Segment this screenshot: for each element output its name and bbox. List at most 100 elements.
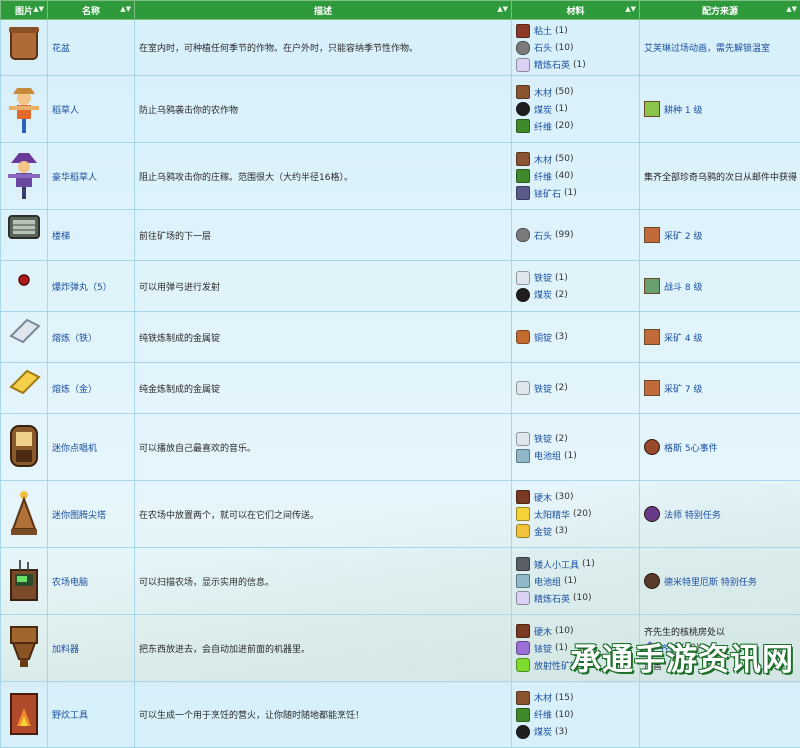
source-line[interactable]: 采矿 4 级	[644, 329, 796, 346]
material-item[interactable]: 铁锭(2)	[516, 430, 635, 447]
hardwood-icon	[516, 624, 530, 638]
material-count: (1)	[555, 273, 568, 283]
header-image[interactable]: 图片▲▼	[1, 1, 48, 20]
material-item[interactable]: 铁锭(2)	[516, 380, 635, 397]
source-line[interactable]: 采矿 7 级	[644, 380, 796, 397]
material-name[interactable]: 铱矿石	[534, 187, 561, 200]
material-item[interactable]: 煤炭(3)	[516, 723, 635, 740]
material-name[interactable]: 太阳精华	[534, 508, 570, 521]
header-desc[interactable]: 描述▲▼	[135, 1, 512, 20]
source-text[interactable]: 耕种 1 级	[664, 103, 702, 116]
source-line[interactable]: 集齐全部珍奇乌鸦的次日从邮件中获得	[644, 168, 796, 185]
farming-skill-icon	[644, 101, 660, 117]
item-name-link[interactable]: 稻草人	[48, 76, 135, 143]
item-name-link[interactable]: 楼梯	[48, 210, 135, 261]
material-name[interactable]: 煤炭	[534, 103, 552, 116]
material-item[interactable]: 煤炭(2)	[516, 286, 635, 303]
item-name-link[interactable]: 爆炸弹丸（5）	[48, 261, 135, 312]
material-item[interactable]: 铜锭(3)	[516, 329, 635, 346]
material-item[interactable]: 太阳精华(20)	[516, 506, 635, 523]
material-name[interactable]: 纤维	[534, 120, 552, 133]
iron-bar-icon	[516, 381, 530, 395]
material-item[interactable]: 木材(50)	[516, 151, 635, 168]
source-text[interactable]: 集齐全部珍奇乌鸦的次日从邮件中获得	[644, 170, 797, 183]
source-line[interactable]: 耕种 1 级	[644, 101, 796, 118]
material-item[interactable]: 金锭(3)	[516, 523, 635, 540]
material-name[interactable]: 铱锭	[534, 642, 552, 655]
material-name[interactable]: 精炼石英	[534, 592, 570, 605]
source-text[interactable]: 艾芙琳过场动画，需先解锁温室	[644, 41, 770, 54]
material-name[interactable]: 石头	[534, 229, 552, 242]
material-name[interactable]: 铁锭	[534, 382, 552, 395]
material-item[interactable]: 木材(50)	[516, 84, 635, 101]
material-item[interactable]: 精炼石英(10)	[516, 590, 635, 607]
material-name[interactable]: 矮人小工具	[534, 558, 579, 571]
source-line[interactable]: 艾芙琳过场动画，需先解锁温室	[644, 39, 796, 56]
material-name[interactable]: 电池组	[534, 575, 561, 588]
header-materials[interactable]: 材料▲▼	[512, 1, 640, 20]
gold-bar-icon	[5, 363, 43, 413]
material-item[interactable]: 硬木(30)	[516, 489, 635, 506]
material-name[interactable]: 木材	[534, 86, 552, 99]
source-text[interactable]: 法师 特别任务	[664, 508, 721, 521]
material-name[interactable]: 煤炭	[534, 725, 552, 738]
mining-skill-icon	[644, 227, 660, 243]
item-name-link[interactable]: 农场电脑	[48, 548, 135, 615]
material-item[interactable]: 纤维(20)	[516, 118, 635, 135]
source-text[interactable]: 战斗 8 级	[664, 280, 702, 293]
material-name[interactable]: 粘土	[534, 24, 552, 37]
item-name-link[interactable]: 野炊工具	[48, 682, 135, 748]
material-name[interactable]: 木材	[534, 153, 552, 166]
header-source[interactable]: 配方来源▲▼	[640, 1, 800, 20]
source-text[interactable]: 德米特里厄斯 特别任务	[664, 575, 757, 588]
fiber-icon	[516, 119, 530, 133]
material-item[interactable]: 煤炭(1)	[516, 101, 635, 118]
material-item[interactable]: 木材(15)	[516, 689, 635, 706]
material-name[interactable]: 煤炭	[534, 288, 552, 301]
item-name-link[interactable]: 熔炼（铁）	[48, 312, 135, 363]
source-line[interactable]: 格斯 5心事件	[644, 439, 796, 456]
source-text[interactable]: 采矿 4 级	[664, 331, 702, 344]
item-name-link[interactable]: 熔炼（金）	[48, 363, 135, 414]
item-name-link[interactable]: 花盆	[48, 20, 135, 76]
material-name[interactable]: 硬木	[534, 491, 552, 504]
material-item[interactable]: 石头(99)	[516, 227, 635, 244]
item-picture-cell	[1, 210, 48, 261]
source-line[interactable]: 战斗 8 级	[644, 278, 796, 295]
material-name[interactable]: 硬木	[534, 625, 552, 638]
material-item[interactable]: 电池组(1)	[516, 573, 635, 590]
source-line[interactable]: 法师 特别任务	[644, 506, 796, 523]
material-name[interactable]: 铁锭	[534, 271, 552, 284]
material-name[interactable]: 铜锭	[534, 331, 552, 344]
material-name[interactable]: 铁锭	[534, 432, 552, 445]
material-item[interactable]: 矮人小工具(1)	[516, 556, 635, 573]
material-item[interactable]: 精炼石英(1)	[516, 56, 635, 73]
source-line[interactable]: 德米特里厄斯 特别任务	[644, 573, 796, 590]
material-name[interactable]: 石头	[534, 41, 552, 54]
material-item[interactable]: 铁锭(1)	[516, 269, 635, 286]
source-line[interactable]: 采矿 2 级	[644, 227, 796, 244]
item-name-link[interactable]: 加料器	[48, 615, 135, 682]
item-picture-cell	[1, 615, 48, 682]
material-count: (1)	[555, 104, 568, 114]
source-text[interactable]: 格斯 5心事件	[664, 441, 718, 454]
material-name[interactable]: 纤维	[534, 708, 552, 721]
material-item[interactable]: 纤维(40)	[516, 168, 635, 185]
item-name-link[interactable]: 迷你图腾尖塔	[48, 481, 135, 548]
material-name[interactable]: 纤维	[534, 170, 552, 183]
source-text[interactable]: 采矿 2 级	[664, 229, 702, 242]
material-item[interactable]: 铱矿石(1)	[516, 185, 635, 202]
source-text[interactable]: 采矿 7 级	[664, 382, 702, 395]
material-name[interactable]: 精炼石英	[534, 58, 570, 71]
material-item[interactable]: 粘土(1)	[516, 22, 635, 39]
material-name[interactable]: 金锭	[534, 525, 552, 538]
recipe-source-cell: 集齐全部珍奇乌鸦的次日从邮件中获得	[640, 143, 800, 210]
material-item[interactable]: 纤维(10)	[516, 706, 635, 723]
item-name-link[interactable]: 豪华稻草人	[48, 143, 135, 210]
material-item[interactable]: 石头(10)	[516, 39, 635, 56]
material-name[interactable]: 木材	[534, 691, 552, 704]
material-item[interactable]: 电池组(1)	[516, 447, 635, 464]
item-name-link[interactable]: 迷你点唱机	[48, 414, 135, 481]
material-name[interactable]: 电池组	[534, 449, 561, 462]
header-name[interactable]: 名称▲▼	[48, 1, 135, 20]
